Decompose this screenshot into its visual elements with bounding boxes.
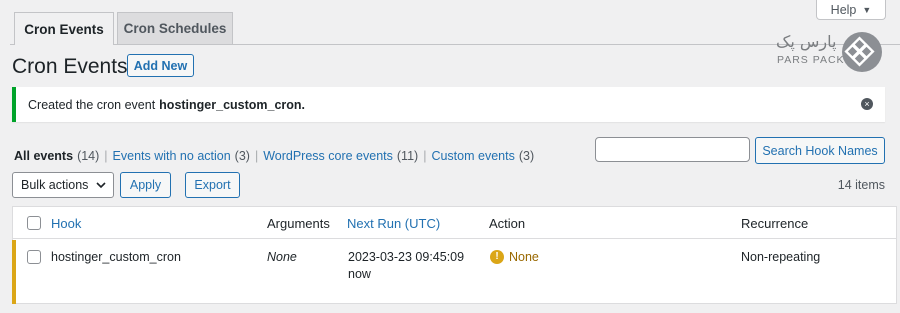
logo-text-fa: پارس پک xyxy=(776,32,837,51)
column-next-run[interactable]: Next Run (UTC) xyxy=(347,216,440,231)
filter-count: (11) xyxy=(396,149,419,163)
export-button[interactable]: Export xyxy=(185,172,240,198)
logo-text-en: PARS PACK xyxy=(777,54,845,66)
column-arguments: Arguments xyxy=(267,216,330,231)
add-new-button[interactable]: Add New xyxy=(127,54,194,77)
filter-separator: | xyxy=(423,149,427,163)
dismiss-icon[interactable]: × xyxy=(861,98,873,110)
filter-core-events[interactable]: WordPress core events xyxy=(263,149,393,163)
event-filters: All events (14) | Events with no action … xyxy=(14,149,534,163)
cell-hook[interactable]: hostinger_custom_cron xyxy=(51,250,181,264)
filter-no-action[interactable]: Events with no action xyxy=(113,149,231,163)
page-title: Cron Events xyxy=(12,55,128,78)
row-checkbox[interactable] xyxy=(27,250,41,264)
cell-next-run: 2023-03-23 09:45:09 xyxy=(348,250,465,264)
filter-separator: | xyxy=(104,149,108,163)
filter-count: (14) xyxy=(77,149,100,163)
select-all-checkbox[interactable] xyxy=(27,216,41,230)
apply-button[interactable]: Apply xyxy=(120,172,171,198)
items-count: 14 items xyxy=(837,178,885,192)
search-input[interactable] xyxy=(595,137,750,162)
tab-cron-schedules[interactable]: Cron Schedules xyxy=(117,12,233,44)
cron-events-table: Hook Arguments Next Run (UTC) Action Rec… xyxy=(12,206,897,304)
chevron-down-icon xyxy=(96,181,106,188)
column-recurrence: Recurrence xyxy=(741,216,809,231)
notice-event-name: hostinger_custom_cron. xyxy=(159,97,306,112)
help-button[interactable]: Help ▼ xyxy=(816,0,886,20)
table-header: Hook Arguments Next Run (UTC) Action Rec… xyxy=(13,207,896,239)
filter-count: (3) xyxy=(518,149,535,163)
notice-text: Created the cron event xyxy=(28,97,156,112)
filter-count: (3) xyxy=(234,149,250,163)
tab-divider xyxy=(10,44,900,45)
tab-label: Cron Schedules xyxy=(123,21,227,36)
warning-icon: ! xyxy=(490,250,504,264)
cell-arguments: None xyxy=(267,250,297,264)
filter-all-events[interactable]: All events xyxy=(14,149,73,163)
search-hook-names-button[interactable]: Search Hook Names xyxy=(755,137,885,164)
column-hook[interactable]: Hook xyxy=(51,216,81,231)
filter-custom-events[interactable]: Custom events xyxy=(431,149,514,163)
bulk-actions-select[interactable]: Bulk actions xyxy=(12,172,114,198)
tab-cron-events[interactable]: Cron Events xyxy=(14,12,114,45)
help-label: Help xyxy=(830,2,857,17)
bulk-actions-label: Bulk actions xyxy=(21,178,89,192)
table-row: hostinger_custom_cron None 2023-03-23 09… xyxy=(12,240,896,304)
cell-recurrence: Non-repeating xyxy=(741,250,821,264)
column-action: Action xyxy=(489,216,526,231)
parspack-logo-icon xyxy=(842,32,882,72)
success-notice: Created the cron event hostinger_custom_… xyxy=(12,87,885,122)
row-warning-stripe xyxy=(12,240,16,304)
tab-label: Cron Events xyxy=(24,21,104,37)
filter-separator: | xyxy=(254,149,259,163)
caret-down-icon: ▼ xyxy=(862,4,872,15)
cell-action: None xyxy=(509,250,539,264)
cell-next-run-relative: now xyxy=(348,267,371,281)
